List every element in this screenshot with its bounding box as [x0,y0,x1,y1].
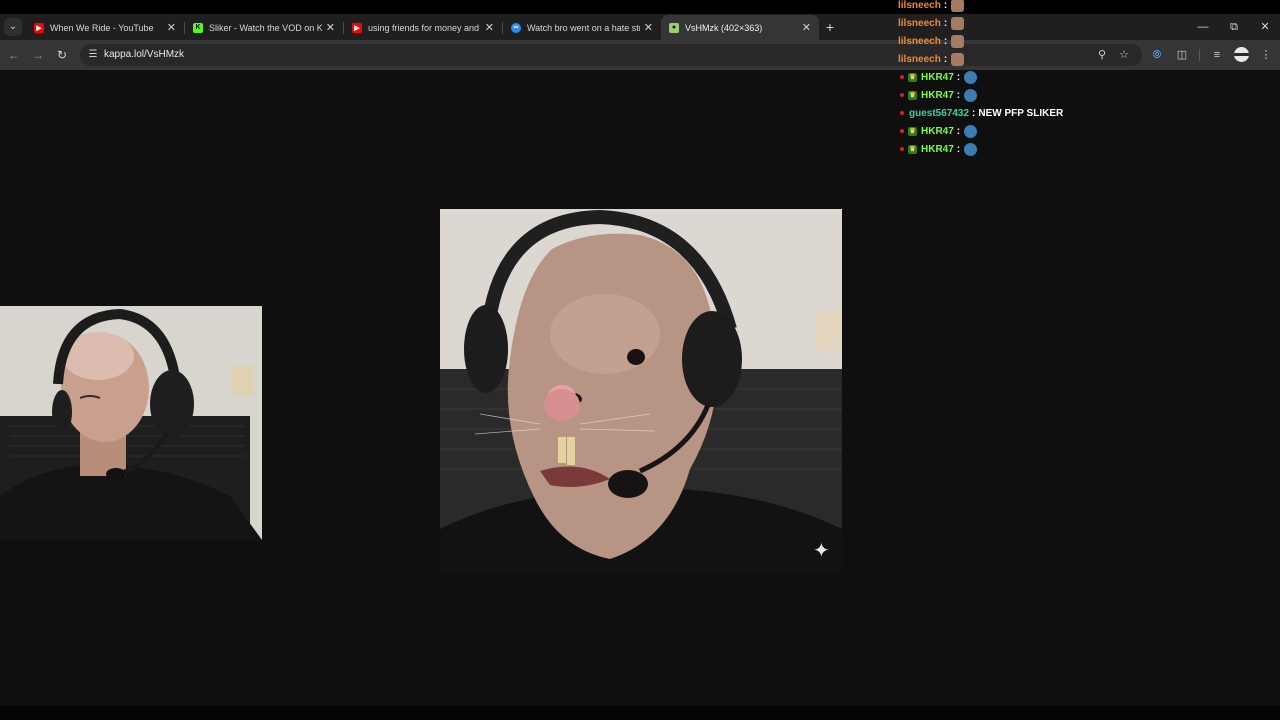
site-info-icon[interactable]: ☰ [86,48,100,62]
forward-icon[interactable]: → [30,47,46,63]
close-window-icon[interactable]: ✕ [1250,14,1280,40]
crown-badge-icon: ♛ [908,90,917,100]
chat-username: HKR47 [921,89,954,101]
chat-username: HKR47 [921,125,954,137]
emote-pepe-icon [964,124,978,138]
chat-message: lilsneech : [898,50,1218,68]
chat-username: HKR47 [921,71,954,83]
main-image [440,209,842,572]
emote-pepe-icon [964,70,978,84]
live-dot-icon [900,75,904,79]
tab-title: using friends for money and ex [368,22,481,33]
reload-icon[interactable]: ↻ [54,47,70,63]
back-icon[interactable]: ← [6,47,22,63]
window-bottom-strip [0,706,1280,720]
tab-vshmzk[interactable]: ● VsHMzk (402×363) ✕ [661,15,819,40]
crown-badge-icon: ♛ [908,126,917,136]
youtube-icon: ▶ [34,22,44,33]
youtube-icon: ▶ [352,22,362,33]
emote-pepe-icon [964,88,978,102]
sparkle-icon: ✦ [813,540,830,562]
chat-username: lilsneech [898,53,941,65]
tab-title: When We Ride - YouTube [50,22,154,33]
rat-headset-image [440,209,842,572]
tab-when-we-ride[interactable]: ▶ When We Ride - YouTube ✕ [26,15,184,40]
tab-hate-stream[interactable]: ∞ Watch bro went on a hate strea ✕ [503,15,661,40]
chat-message: ♛ HKR47 : [898,68,1218,86]
chat-username: lilsneech [898,17,941,29]
close-tab-icon[interactable]: ✕ [167,21,176,34]
chat-separator: : [956,71,961,83]
chat-username: guest567432 [909,107,970,119]
chat-text: NEW PFP SLIKER [978,107,1064,119]
webcam-image [0,306,262,540]
chat-separator: : [943,35,948,47]
profile-avatar[interactable] [1234,47,1249,62]
chat-message: ♛ HKR47 : [898,122,1218,140]
chat-message: guest567432 : NEW PFP SLIKER [898,104,1218,122]
crown-badge-icon: ♛ [908,144,917,154]
chat-username: HKR47 [921,143,954,155]
emote-face-icon [951,16,965,30]
tab-title: Watch bro went on a hate strea [527,22,640,33]
chat-message: lilsneech : [898,14,1218,32]
emote-pepe-icon [964,142,978,156]
new-tab-button[interactable]: + [822,18,838,36]
streamable-icon: ∞ [511,22,521,33]
live-dot-icon [900,147,904,151]
tab-sliker-kick[interactable]: K Sliker - Watch the VOD on Kick ✕ [185,15,343,40]
kappa-icon: ● [669,22,679,33]
chat-message: ♛ HKR47 : [898,86,1218,104]
chat-overlay: lilsneech : lilsneech : lilsneech : lils… [898,0,1218,158]
chat-separator: : [943,0,948,11]
chat-message: lilsneech : [898,0,1218,14]
chat-separator: : [972,107,976,119]
kick-icon: K [193,22,203,33]
restore-icon[interactable]: ⧉ [1219,14,1249,40]
chat-separator: : [943,53,948,65]
close-tab-icon[interactable]: ✕ [326,21,335,34]
live-dot-icon [900,111,904,115]
close-tab-icon[interactable]: ✕ [644,21,653,34]
chat-message: lilsneech : [898,32,1218,50]
tab-search-icon[interactable]: ⌄ [4,18,22,36]
menu-kebab-icon[interactable]: ⋮ [1258,47,1274,63]
emote-face-icon [951,52,965,66]
chat-separator: : [956,125,961,137]
chat-username: lilsneech [898,0,941,11]
emote-face-icon [951,0,965,12]
tab-title: Sliker - Watch the VOD on Kick [209,22,322,33]
live-dot-icon [900,129,904,133]
tab-using-friends[interactable]: ▶ using friends for money and ex ✕ [344,15,502,40]
url-text[interactable]: kappa.lol/VsHMzk [104,49,184,60]
live-dot-icon [900,93,904,97]
streamer-webcam [0,306,262,540]
emote-face-icon [951,34,965,48]
close-tab-icon[interactable]: ✕ [485,21,494,34]
close-tab-icon[interactable]: ✕ [802,21,811,34]
chat-separator: : [956,89,961,101]
chat-separator: : [956,143,961,155]
chat-message: ♛ HKR47 : [898,140,1218,158]
chat-username: lilsneech [898,35,941,47]
chat-separator: : [943,17,948,29]
crown-badge-icon: ♛ [908,72,917,82]
tab-title: VsHMzk (402×363) [685,22,763,33]
